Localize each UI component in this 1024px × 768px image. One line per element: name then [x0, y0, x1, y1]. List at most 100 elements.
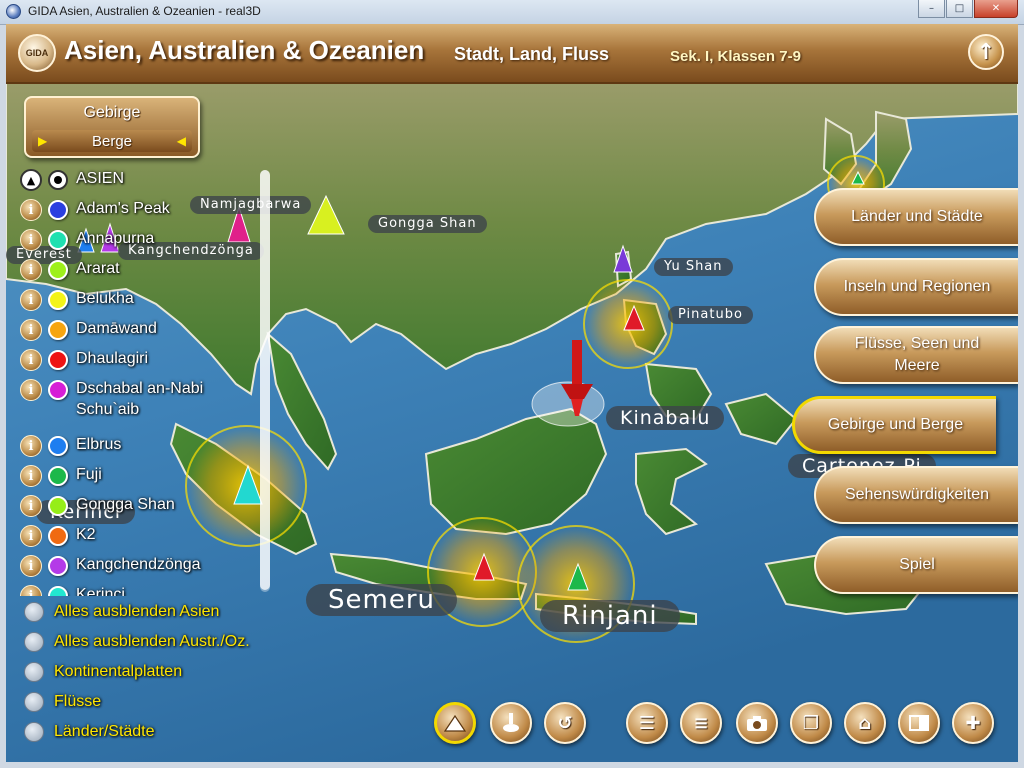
- category-selector[interactable]: Gebirge ▶ Berge ◀: [24, 96, 200, 158]
- list-alt-icon[interactable]: ≡: [680, 702, 722, 744]
- info-icon[interactable]: i: [20, 495, 42, 517]
- menu-countries-cities[interactable]: Länder und Städte: [814, 188, 1018, 246]
- list-item[interactable]: i Kangchendzönga: [20, 554, 260, 580]
- list-item[interactable]: i Fuji: [20, 464, 260, 490]
- app-header: GIDA Asien, Australien & Ozeanien Stadt,…: [6, 24, 1018, 84]
- toggle-plates[interactable]: Kontinentalplatten: [24, 660, 182, 684]
- color-marker[interactable]: [48, 380, 68, 400]
- color-marker[interactable]: [48, 526, 68, 546]
- list-item[interactable]: i Dschabal an-Nabi Schu`aib: [20, 378, 260, 428]
- camera-icon[interactable]: [736, 702, 778, 744]
- color-marker[interactable]: [48, 290, 68, 310]
- toggle-radio[interactable]: [24, 662, 44, 682]
- menu-islands-regions[interactable]: Inseln und Regionen: [814, 258, 1018, 316]
- toggle-radio[interactable]: [24, 692, 44, 712]
- list-item-label: Adam's Peak: [76, 200, 170, 217]
- map-label-gongga-shan[interactable]: Gongga Shan: [368, 215, 487, 233]
- toggle-rivers[interactable]: Flüsse: [24, 690, 101, 714]
- menu-mountains[interactable]: Gebirge und Berge: [792, 396, 996, 454]
- copy-icon[interactable]: ❐: [790, 702, 832, 744]
- list-icon[interactable]: ☰: [626, 702, 668, 744]
- list-item[interactable]: i Damāwand: [20, 318, 260, 344]
- toggle-label: Länder/Städte: [54, 723, 155, 740]
- toggle-radio[interactable]: [24, 722, 44, 742]
- toggle-radio[interactable]: [24, 632, 44, 652]
- color-marker[interactable]: [48, 350, 68, 370]
- toggle-radio[interactable]: [24, 602, 44, 622]
- list-item-label: K2: [76, 526, 96, 543]
- list-item[interactable]: i Belukha: [20, 288, 260, 314]
- home-icon[interactable]: ⌂: [844, 702, 886, 744]
- move-icon[interactable]: ✚: [952, 702, 994, 744]
- color-marker[interactable]: [48, 496, 68, 516]
- info-icon[interactable]: i: [20, 229, 42, 251]
- list-header-row[interactable]: ▲ ASIEN: [20, 168, 260, 194]
- select-all-radio[interactable]: [48, 170, 68, 190]
- info-icon[interactable]: i: [20, 525, 42, 547]
- menu-rivers-lakes-seas[interactable]: Flüsse, Seen und Meere: [814, 326, 1018, 384]
- gida-logo: GIDA: [18, 34, 56, 72]
- toggle-hide-asia[interactable]: Alles ausblenden Asien: [24, 600, 219, 624]
- reset-icon[interactable]: ↺: [544, 702, 586, 744]
- info-icon[interactable]: i: [20, 465, 42, 487]
- list-item-label: Kangchendzönga: [76, 556, 201, 573]
- color-marker[interactable]: [48, 200, 68, 220]
- color-marker[interactable]: [48, 260, 68, 280]
- info-icon[interactable]: i: [20, 289, 42, 311]
- list-scrollbar[interactable]: [260, 170, 270, 592]
- color-marker[interactable]: [48, 466, 68, 486]
- menu-game[interactable]: Spiel: [814, 536, 1018, 594]
- maximize-button[interactable]: □: [946, 0, 973, 18]
- map-label-rinjani[interactable]: Rinjani: [540, 600, 680, 632]
- collapse-icon[interactable]: ▲: [20, 169, 42, 191]
- toggle-hide-australia[interactable]: Alles ausblenden Austr./Oz.: [24, 630, 250, 654]
- list-item[interactable]: i Adam's Peak: [20, 198, 260, 224]
- toggle-label: Kontinentalplatten: [54, 663, 183, 680]
- list-item-label: Damāwand: [76, 320, 157, 337]
- list-item-label: Belukha: [76, 290, 134, 307]
- list-item-label: Kerinci: [76, 586, 125, 596]
- toggle-countries[interactable]: Länder/Städte: [24, 720, 155, 744]
- list-item[interactable]: i Elbrus: [20, 434, 260, 460]
- map-label-pinatubo[interactable]: Pinatubo: [668, 306, 753, 324]
- info-icon[interactable]: i: [20, 319, 42, 341]
- split-icon[interactable]: [898, 702, 940, 744]
- app-content: GIDA Asien, Australien & Ozeanien Stadt,…: [6, 24, 1018, 762]
- mountain-icon[interactable]: [434, 702, 476, 744]
- info-icon[interactable]: i: [20, 259, 42, 281]
- color-marker[interactable]: [48, 230, 68, 250]
- map-label-semeru[interactable]: Semeru: [306, 584, 457, 616]
- info-icon[interactable]: i: [20, 379, 42, 401]
- toggle-label: Alles ausblenden Austr./Oz.: [54, 633, 250, 650]
- list-header-label: ASIEN: [76, 170, 125, 187]
- map-label-yu-shan[interactable]: Yu Shan: [654, 258, 733, 276]
- color-marker[interactable]: [48, 586, 68, 596]
- info-icon[interactable]: i: [20, 555, 42, 577]
- list-item[interactable]: i Kerinci: [20, 584, 260, 596]
- app-icon: [6, 4, 21, 19]
- info-icon[interactable]: i: [20, 585, 42, 596]
- list-item[interactable]: i Gongga Shan: [20, 494, 260, 520]
- category-label[interactable]: Gebirge: [26, 104, 198, 122]
- list-item[interactable]: i Annapurna: [20, 228, 260, 254]
- info-icon[interactable]: i: [20, 349, 42, 371]
- list-scroll-thumb[interactable]: [260, 170, 270, 590]
- color-marker[interactable]: [48, 436, 68, 456]
- window-titlebar: GIDA Asien, Australien & Ozeanien - real…: [0, 0, 1024, 25]
- color-marker[interactable]: [48, 320, 68, 340]
- list-item[interactable]: i Ararat: [20, 258, 260, 284]
- map-label-kinabalu[interactable]: Kinabalu: [606, 406, 725, 430]
- up-arrow-icon[interactable]: ↑: [968, 34, 1004, 70]
- menu-sights[interactable]: Sehenswürdigkeiten: [814, 466, 1018, 524]
- list-item[interactable]: i Dhaulagiri: [20, 348, 260, 374]
- arrow-left-icon[interactable]: ◀: [177, 134, 186, 148]
- color-marker[interactable]: [48, 556, 68, 576]
- close-button[interactable]: ✕: [974, 0, 1018, 18]
- minimize-button[interactable]: –: [918, 0, 945, 18]
- info-icon[interactable]: i: [20, 199, 42, 221]
- info-icon[interactable]: i: [20, 435, 42, 457]
- pin-icon[interactable]: [490, 702, 532, 744]
- list-item[interactable]: i K2: [20, 524, 260, 550]
- list-item-label: Gongga Shan: [76, 496, 175, 513]
- arrow-right-icon[interactable]: ▶: [38, 134, 47, 148]
